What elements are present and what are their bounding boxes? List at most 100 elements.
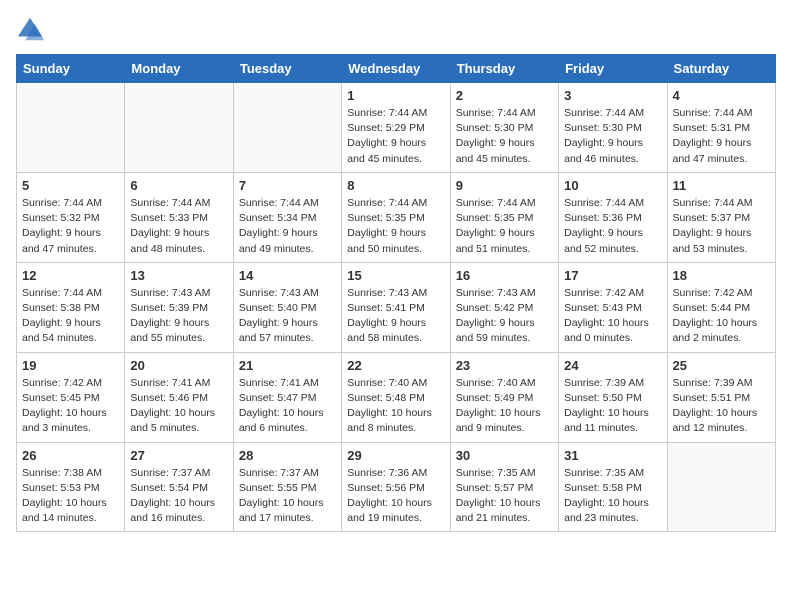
day-number: 18 xyxy=(673,268,770,283)
day-number: 26 xyxy=(22,448,119,463)
calendar-cell: 20 Sunrise: 7:41 AM Sunset: 5:46 PM Dayli… xyxy=(125,352,233,442)
day-detail: Sunrise: 7:39 AM Sunset: 5:51 PM Dayligh… xyxy=(673,376,770,437)
calendar-cell: 2 Sunrise: 7:44 AM Sunset: 5:30 PM Daylig… xyxy=(450,83,558,173)
day-number: 7 xyxy=(239,178,336,193)
calendar-cell: 28 Sunrise: 7:37 AM Sunset: 5:55 PM Dayli… xyxy=(233,442,341,532)
day-number: 12 xyxy=(22,268,119,283)
day-detail: Sunrise: 7:40 AM Sunset: 5:49 PM Dayligh… xyxy=(456,376,553,437)
day-detail: Sunrise: 7:44 AM Sunset: 5:30 PM Dayligh… xyxy=(456,106,553,167)
day-number: 31 xyxy=(564,448,661,463)
day-detail: Sunrise: 7:43 AM Sunset: 5:40 PM Dayligh… xyxy=(239,286,336,347)
calendar-header-row: SundayMondayTuesdayWednesdayThursdayFrid… xyxy=(17,55,776,83)
day-detail: Sunrise: 7:42 AM Sunset: 5:45 PM Dayligh… xyxy=(22,376,119,437)
day-number: 27 xyxy=(130,448,227,463)
calendar-cell xyxy=(233,83,341,173)
day-detail: Sunrise: 7:35 AM Sunset: 5:57 PM Dayligh… xyxy=(456,466,553,527)
calendar-table: SundayMondayTuesdayWednesdayThursdayFrid… xyxy=(16,54,776,532)
day-number: 14 xyxy=(239,268,336,283)
day-number: 8 xyxy=(347,178,444,193)
week-row-4: 19 Sunrise: 7:42 AM Sunset: 5:45 PM Dayli… xyxy=(17,352,776,442)
day-number: 23 xyxy=(456,358,553,373)
day-number: 22 xyxy=(347,358,444,373)
calendar-cell: 23 Sunrise: 7:40 AM Sunset: 5:49 PM Dayli… xyxy=(450,352,558,442)
day-detail: Sunrise: 7:44 AM Sunset: 5:32 PM Dayligh… xyxy=(22,196,119,257)
day-header-monday: Monday xyxy=(125,55,233,83)
day-number: 24 xyxy=(564,358,661,373)
calendar-cell: 26Sunrise: 7:38 AM Sunset: 5:53 PM Dayli… xyxy=(17,442,125,532)
week-row-1: 1Sunrise: 7:44 AM Sunset: 5:29 PM Daylig… xyxy=(17,83,776,173)
calendar-cell xyxy=(17,83,125,173)
calendar-cell: 3Sunrise: 7:44 AM Sunset: 5:30 PM Daylig… xyxy=(559,83,667,173)
calendar-cell: 29 Sunrise: 7:36 AM Sunset: 5:56 PM Dayli… xyxy=(342,442,450,532)
day-detail: Sunrise: 7:39 AM Sunset: 5:50 PM Dayligh… xyxy=(564,376,661,437)
day-detail: Sunrise: 7:44 AM Sunset: 5:33 PM Dayligh… xyxy=(130,196,227,257)
calendar-cell: 7 Sunrise: 7:44 AM Sunset: 5:34 PM Daylig… xyxy=(233,172,341,262)
calendar-cell: 12 Sunrise: 7:44 AM Sunset: 5:38 PM Dayli… xyxy=(17,262,125,352)
day-number: 17 xyxy=(564,268,661,283)
week-row-2: 5 Sunrise: 7:44 AM Sunset: 5:32 PM Daylig… xyxy=(17,172,776,262)
day-detail: Sunrise: 7:36 AM Sunset: 5:56 PM Dayligh… xyxy=(347,466,444,527)
day-number: 9 xyxy=(456,178,553,193)
calendar-cell: 14 Sunrise: 7:43 AM Sunset: 5:40 PM Dayli… xyxy=(233,262,341,352)
day-detail: Sunrise: 7:44 AM Sunset: 5:29 PM Dayligh… xyxy=(347,106,444,167)
day-number: 28 xyxy=(239,448,336,463)
day-detail: Sunrise: 7:40 AM Sunset: 5:48 PM Dayligh… xyxy=(347,376,444,437)
calendar-cell: 31 Sunrise: 7:35 AM Sunset: 5:58 PM Dayli… xyxy=(559,442,667,532)
day-detail: Sunrise: 7:44 AM Sunset: 5:38 PM Dayligh… xyxy=(22,286,119,347)
calendar-cell: 8Sunrise: 7:44 AM Sunset: 5:35 PM Daylig… xyxy=(342,172,450,262)
calendar-cell: 11Sunrise: 7:44 AM Sunset: 5:37 PM Dayli… xyxy=(667,172,775,262)
logo-icon xyxy=(16,16,44,44)
day-detail: Sunrise: 7:43 AM Sunset: 5:42 PM Dayligh… xyxy=(456,286,553,347)
day-detail: Sunrise: 7:44 AM Sunset: 5:35 PM Dayligh… xyxy=(456,196,553,257)
day-detail: Sunrise: 7:37 AM Sunset: 5:55 PM Dayligh… xyxy=(239,466,336,527)
day-header-friday: Friday xyxy=(559,55,667,83)
calendar-cell xyxy=(125,83,233,173)
calendar-cell: 18Sunrise: 7:42 AM Sunset: 5:44 PM Dayli… xyxy=(667,262,775,352)
day-detail: Sunrise: 7:41 AM Sunset: 5:46 PM Dayligh… xyxy=(130,376,227,437)
calendar-cell: 15Sunrise: 7:43 AM Sunset: 5:41 PM Dayli… xyxy=(342,262,450,352)
day-number: 19 xyxy=(22,358,119,373)
day-detail: Sunrise: 7:43 AM Sunset: 5:41 PM Dayligh… xyxy=(347,286,444,347)
day-number: 20 xyxy=(130,358,227,373)
calendar-cell: 27Sunrise: 7:37 AM Sunset: 5:54 PM Dayli… xyxy=(125,442,233,532)
calendar-cell: 19 Sunrise: 7:42 AM Sunset: 5:45 PM Dayli… xyxy=(17,352,125,442)
calendar-cell: 10Sunrise: 7:44 AM Sunset: 5:36 PM Dayli… xyxy=(559,172,667,262)
calendar-cell: 21 Sunrise: 7:41 AM Sunset: 5:47 PM Dayli… xyxy=(233,352,341,442)
day-detail: Sunrise: 7:35 AM Sunset: 5:58 PM Dayligh… xyxy=(564,466,661,527)
week-row-5: 26Sunrise: 7:38 AM Sunset: 5:53 PM Dayli… xyxy=(17,442,776,532)
day-header-saturday: Saturday xyxy=(667,55,775,83)
calendar-cell: 25 Sunrise: 7:39 AM Sunset: 5:51 PM Dayli… xyxy=(667,352,775,442)
day-number: 2 xyxy=(456,88,553,103)
day-header-wednesday: Wednesday xyxy=(342,55,450,83)
day-detail: Sunrise: 7:44 AM Sunset: 5:30 PM Dayligh… xyxy=(564,106,661,167)
week-row-3: 12 Sunrise: 7:44 AM Sunset: 5:38 PM Dayli… xyxy=(17,262,776,352)
day-detail: Sunrise: 7:44 AM Sunset: 5:31 PM Dayligh… xyxy=(673,106,770,167)
day-header-tuesday: Tuesday xyxy=(233,55,341,83)
day-detail: Sunrise: 7:41 AM Sunset: 5:47 PM Dayligh… xyxy=(239,376,336,437)
calendar-cell: 1Sunrise: 7:44 AM Sunset: 5:29 PM Daylig… xyxy=(342,83,450,173)
calendar-cell: 22 Sunrise: 7:40 AM Sunset: 5:48 PM Dayli… xyxy=(342,352,450,442)
calendar-cell: 6 Sunrise: 7:44 AM Sunset: 5:33 PM Daylig… xyxy=(125,172,233,262)
day-number: 16 xyxy=(456,268,553,283)
calendar-cell: 24 Sunrise: 7:39 AM Sunset: 5:50 PM Dayli… xyxy=(559,352,667,442)
day-number: 29 xyxy=(347,448,444,463)
day-number: 25 xyxy=(673,358,770,373)
day-number: 6 xyxy=(130,178,227,193)
day-header-thursday: Thursday xyxy=(450,55,558,83)
day-number: 13 xyxy=(130,268,227,283)
day-number: 5 xyxy=(22,178,119,193)
calendar-cell: 4 Sunrise: 7:44 AM Sunset: 5:31 PM Daylig… xyxy=(667,83,775,173)
calendar-cell: 17 Sunrise: 7:42 AM Sunset: 5:43 PM Dayli… xyxy=(559,262,667,352)
calendar-cell: 5 Sunrise: 7:44 AM Sunset: 5:32 PM Daylig… xyxy=(17,172,125,262)
calendar-cell: 16 Sunrise: 7:43 AM Sunset: 5:42 PM Dayli… xyxy=(450,262,558,352)
day-detail: Sunrise: 7:43 AM Sunset: 5:39 PM Dayligh… xyxy=(130,286,227,347)
day-detail: Sunrise: 7:42 AM Sunset: 5:43 PM Dayligh… xyxy=(564,286,661,347)
day-number: 21 xyxy=(239,358,336,373)
calendar-cell: 9 Sunrise: 7:44 AM Sunset: 5:35 PM Daylig… xyxy=(450,172,558,262)
day-number: 4 xyxy=(673,88,770,103)
day-detail: Sunrise: 7:44 AM Sunset: 5:34 PM Dayligh… xyxy=(239,196,336,257)
day-number: 10 xyxy=(564,178,661,193)
calendar-cell: 13 Sunrise: 7:43 AM Sunset: 5:39 PM Dayli… xyxy=(125,262,233,352)
day-number: 11 xyxy=(673,178,770,193)
calendar-cell xyxy=(667,442,775,532)
